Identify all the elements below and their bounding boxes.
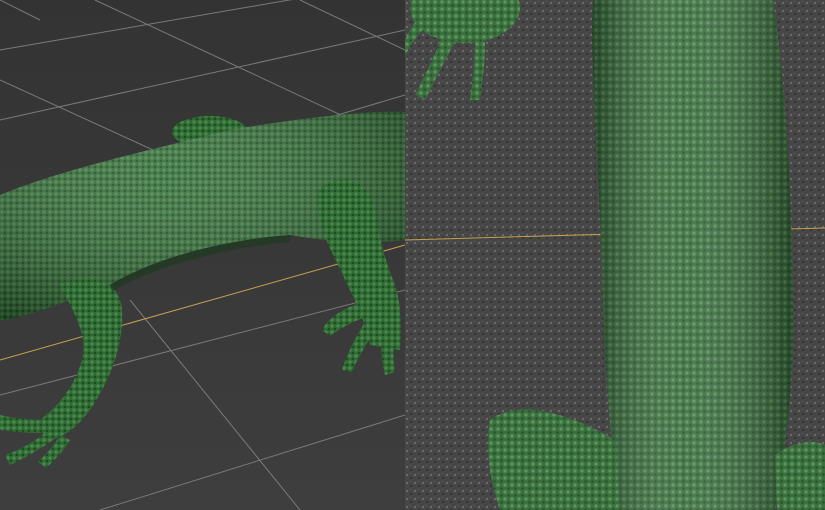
modeling-app-window [0, 0, 825, 510]
perspective-viewport[interactable] [0, 0, 405, 510]
closeup-viewport[interactable] [405, 0, 825, 510]
perspective-viewport-canvas[interactable] [0, 0, 405, 510]
closeup-viewport-canvas[interactable] [405, 0, 825, 510]
